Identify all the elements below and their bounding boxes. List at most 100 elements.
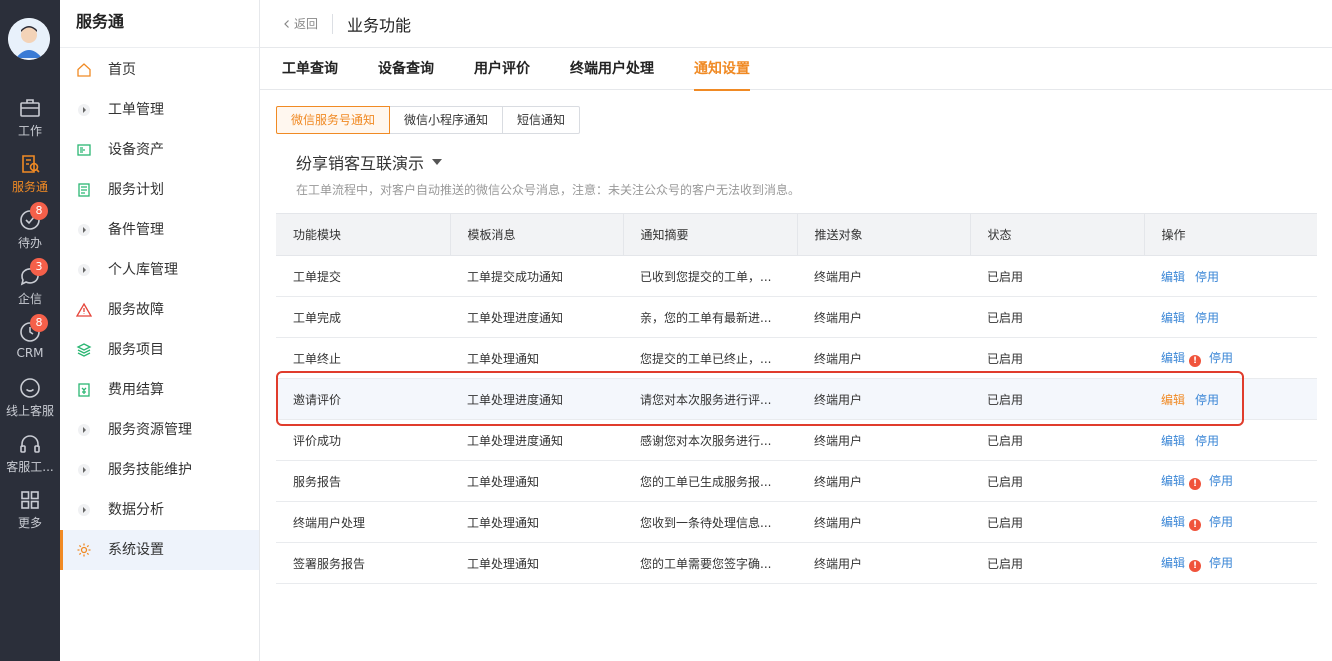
disable-link[interactable]: 停用 (1209, 515, 1233, 529)
bill-icon (78, 383, 90, 397)
sidebar-item-label: 首页 (108, 62, 136, 78)
cell-target: 终端用户 (797, 542, 970, 584)
cell-status: 已启用 (970, 378, 1144, 420)
rail-item-label: 更多 (17, 516, 42, 530)
rail-item-more[interactable]: 更多 (0, 482, 60, 538)
caret-right-icon (78, 424, 90, 436)
sidebar-item-device-assets[interactable]: 设备资产 (60, 130, 259, 170)
cell-target: 终端用户 (797, 501, 970, 543)
sidebar-item-home[interactable]: 首页 (60, 50, 259, 90)
cell-target: 终端用户 (797, 296, 970, 338)
cell-actions: 编辑! 停用 (1144, 501, 1317, 543)
sidebar-item-service-plan[interactable]: 服务计划 (60, 170, 259, 210)
rail-item-message[interactable]: 企信 3 (0, 258, 60, 314)
tab-device-query[interactable]: 设备查询 (378, 48, 434, 90)
cell-module: 签署服务报告 (276, 542, 450, 584)
column-header: 通知摘要 (623, 213, 798, 256)
rail-item-cs-workbench[interactable]: 客服工... (0, 426, 60, 482)
sidebar: 服务通 首页 工单管理 设备资产 服务计划 备件管理 个人库管理 服务故障 服务… (60, 0, 260, 661)
table-row: 工单终止 工单处理通知 您提交的工单已终止，... 终端用户 已启用 编辑! 停用 (276, 337, 1317, 379)
sidebar-item-system-settings[interactable]: 系统设置 (60, 530, 259, 570)
edit-link[interactable]: 编辑 (1161, 351, 1185, 365)
cell-summary: 您的工单需要您签字确... (623, 542, 797, 584)
account-name: 纷享销客互联演示 (296, 154, 425, 173)
cell-target: 终端用户 (797, 378, 970, 420)
edit-link[interactable]: 编辑 (1161, 515, 1185, 529)
sidebar-item-ticket-mgmt[interactable]: 工单管理 (60, 90, 259, 130)
disable-link[interactable]: 停用 (1209, 351, 1233, 365)
segment-wechat-miniprogram[interactable]: 微信小程序通知 (389, 106, 504, 134)
sidebar-item-personal-inventory[interactable]: 个人库管理 (60, 250, 259, 290)
sidebar-item-label: 数据分析 (108, 502, 164, 518)
rail-item-service[interactable]: 服务通 (0, 146, 60, 202)
chevron-left-icon (284, 19, 289, 28)
rail-item-online-service[interactable]: 线上客服 (0, 370, 60, 426)
account-selector[interactable]: 纷享销客互联演示 (296, 150, 443, 174)
cell-module: 服务报告 (276, 460, 450, 502)
disable-link[interactable]: 停用 (1195, 393, 1219, 407)
caret-right-icon (78, 264, 90, 276)
cell-template: 工单处理进度通知 (450, 296, 623, 338)
cell-actions: 编辑! 停用 (1144, 542, 1317, 584)
sidebar-item-service-fault[interactable]: 服务故障 (60, 290, 259, 330)
tab-bar: 工单查询 设备查询 用户评价 终端用户处理 通知设置 (260, 48, 1332, 91)
sidebar-item-label: 服务技能维护 (108, 462, 192, 478)
edit-link[interactable]: 编辑 (1161, 311, 1185, 325)
sidebar-item-spare-parts[interactable]: 备件管理 (60, 210, 259, 250)
sidebar-item-service-project[interactable]: 服务项目 (60, 330, 259, 370)
cell-template: 工单处理通知 (450, 460, 623, 502)
rail-item-todo[interactable]: 待办 8 (0, 202, 60, 258)
sidebar-item-data-analysis[interactable]: 数据分析 (60, 490, 259, 530)
home-icon (77, 63, 91, 77)
sidebar-item-settlement[interactable]: 费用结算 (60, 370, 259, 410)
column-header: 模板消息 (450, 213, 624, 256)
rail-item-work[interactable]: 工作 (0, 90, 60, 146)
table-row: 终端用户处理 工单处理通知 您收到一条待处理信息... 终端用户 已启用 编辑!… (276, 501, 1317, 543)
cell-module: 终端用户处理 (276, 501, 450, 543)
column-header: 功能模块 (276, 213, 451, 256)
cell-template: 工单处理通知 (450, 542, 623, 584)
disable-link[interactable]: 停用 (1195, 311, 1219, 325)
cell-module: 工单提交 (276, 255, 450, 297)
cell-summary: 您收到一条待处理信息... (623, 501, 797, 543)
disable-link[interactable]: 停用 (1195, 270, 1219, 284)
tab-ticket-query[interactable]: 工单查询 (282, 48, 338, 90)
segment-wechat-service[interactable]: 微信服务号通知 (276, 106, 391, 134)
tab-user-review[interactable]: 用户评价 (474, 48, 530, 90)
edit-link[interactable]: 编辑 (1161, 270, 1185, 284)
disable-link[interactable]: 停用 (1195, 434, 1219, 448)
service-icon (22, 155, 40, 173)
edit-link[interactable]: 编辑 (1161, 474, 1185, 488)
sidebar-title: 服务通 (60, 0, 259, 48)
sidebar-item-label: 服务计划 (108, 182, 164, 198)
cell-template: 工单处理进度通知 (450, 378, 623, 420)
sidebar-item-label: 服务资源管理 (108, 422, 192, 438)
sidebar-item-label: 个人库管理 (108, 262, 178, 278)
sidebar-item-resource-mgmt[interactable]: 服务资源管理 (60, 410, 259, 450)
cell-module: 邀请评价 (276, 378, 450, 420)
crm-badge: 8 (30, 314, 48, 332)
cell-status: 已启用 (970, 296, 1144, 338)
cell-module: 工单完成 (276, 296, 450, 338)
cell-target: 终端用户 (797, 419, 970, 461)
main-content: 返回 业务功能 工单查询 设备查询 用户评价 终端用户处理 通知设置 微信服务号… (260, 0, 1332, 661)
tab-notification-settings[interactable]: 通知设置 (694, 48, 750, 91)
rail-item-crm[interactable]: CRM 8 (0, 314, 60, 370)
table-row: 工单完成 工单处理进度通知 亲，您的工单有最新进... 终端用户 已启用 编辑停… (276, 296, 1317, 338)
sidebar-item-skill-maintenance[interactable]: 服务技能维护 (60, 450, 259, 490)
edit-link[interactable]: 编辑 (1161, 434, 1185, 448)
edit-link[interactable]: 编辑 (1161, 393, 1185, 407)
back-button[interactable]: 返回 (282, 13, 334, 34)
caret-right-icon (78, 224, 90, 236)
smile-chat-icon (20, 378, 40, 398)
edit-link[interactable]: 编辑 (1161, 556, 1185, 570)
tab-end-user-handling[interactable]: 终端用户处理 (570, 48, 654, 90)
cell-module: 工单终止 (276, 337, 450, 379)
cell-actions: 编辑! 停用 (1144, 460, 1317, 502)
segment-sms[interactable]: 短信通知 (502, 106, 581, 134)
avatar[interactable] (8, 18, 50, 60)
disable-link[interactable]: 停用 (1209, 556, 1233, 570)
cell-status: 已启用 (970, 419, 1144, 461)
cell-actions: 编辑 停用 (1144, 378, 1317, 420)
disable-link[interactable]: 停用 (1209, 474, 1233, 488)
